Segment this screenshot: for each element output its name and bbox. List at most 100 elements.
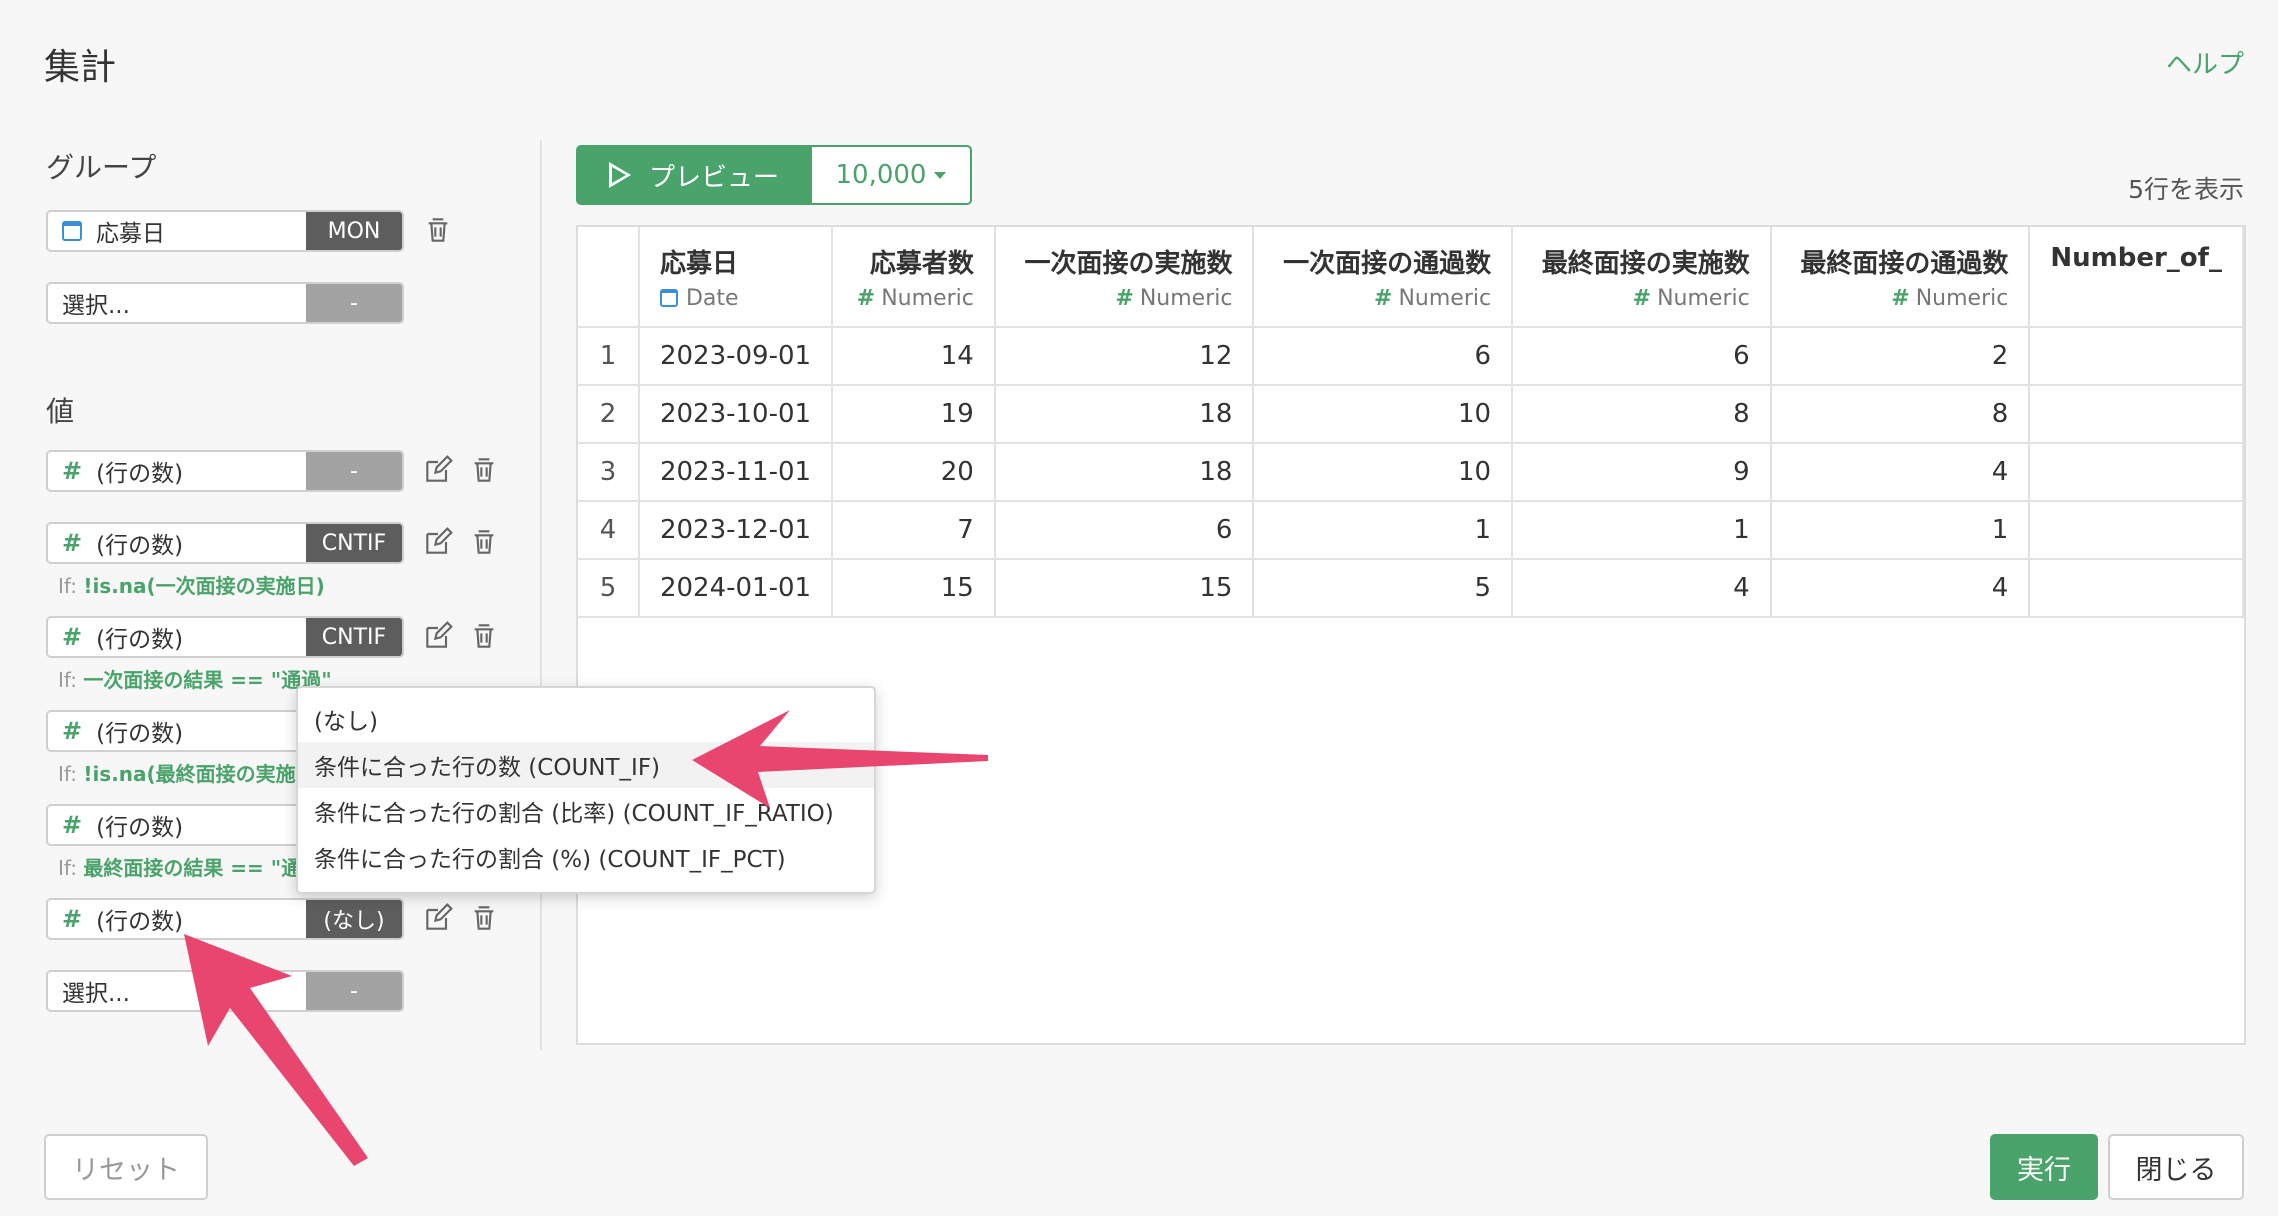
play-icon xyxy=(608,162,631,188)
value-field-new[interactable]: 選択... - xyxy=(46,970,404,1012)
numeric-icon: # xyxy=(62,529,83,557)
condition-prefix: If: xyxy=(58,762,84,786)
group-field-2[interactable]: 選択... - xyxy=(46,282,404,324)
trash-icon[interactable] xyxy=(468,620,500,652)
table-cell: 6 xyxy=(1512,327,1772,386)
run-button[interactable]: 実行 xyxy=(1990,1134,2098,1200)
numeric-icon: # xyxy=(62,905,83,933)
dropdown-item-count-if-pct[interactable]: 条件に合った行の割合 (%) (COUNT_IF_PCT) xyxy=(298,834,874,880)
condition-expression: 最終面接の結果 == "通 xyxy=(83,856,302,880)
value-func-select[interactable]: - xyxy=(306,972,402,1010)
value-func-select[interactable]: CNTIF xyxy=(306,524,402,562)
column-header[interactable]: 応募者数 # Numeric xyxy=(832,227,996,328)
edit-icon[interactable] xyxy=(422,620,454,652)
group-func-select[interactable]: - xyxy=(306,284,402,322)
column-type: Numeric xyxy=(881,286,974,311)
numeric-icon: # xyxy=(62,457,83,485)
column-name: 応募者数 xyxy=(869,249,974,279)
value-func-select[interactable]: (なし) xyxy=(306,900,402,938)
value-field-name: (行の数) xyxy=(96,461,184,487)
condition-text[interactable]: If: !is.na(最終面接の実施 xyxy=(58,758,296,787)
condition-text[interactable]: If: 最終面接の結果 == "通 xyxy=(58,852,301,881)
table-cell: 8 xyxy=(1512,385,1772,444)
value-func-select[interactable]: CNTIF xyxy=(306,618,402,656)
group-func-select[interactable]: MON xyxy=(306,212,402,250)
table-row: 5 2024-01-01 15 15 5 4 4 xyxy=(578,559,2244,618)
column-header[interactable]: 一次面接の通過数 # Numeric xyxy=(1253,227,1514,328)
table-cell: 15 xyxy=(994,559,1255,618)
dropdown-item-count-if-ratio[interactable]: 条件に合った行の割合 (比率) (COUNT_IF_RATIO) xyxy=(298,788,874,834)
column-type: Numeric xyxy=(1139,286,1233,311)
trash-icon[interactable] xyxy=(468,902,500,934)
table-cell: 20 xyxy=(832,443,996,502)
condition-prefix: If: xyxy=(58,668,84,692)
preview-count-select[interactable]: 10,000 xyxy=(812,145,972,205)
table-cell: 1 xyxy=(1512,501,1772,560)
row-index: 4 xyxy=(578,501,640,560)
column-name: 最終面接の実施数 xyxy=(1541,249,1750,279)
column-header[interactable]: Number_of_ xyxy=(2029,227,2244,328)
value-field-6[interactable]: # (行の数) (なし) xyxy=(46,898,404,940)
table-cell: 15 xyxy=(832,559,996,618)
condition-text[interactable]: If: !is.na(一次面接の実施日) xyxy=(58,570,325,599)
group-field-name: 選択... xyxy=(62,293,130,319)
numeric-icon: # xyxy=(856,286,876,311)
table-cell: 6 xyxy=(1253,327,1514,386)
column-name: 一次面接の実施数 xyxy=(1024,249,1233,279)
preview-table: 応募日 Date 応募者数 # Numeric 一次面接の実施数 # Numeric… xyxy=(578,227,2244,618)
row-index: 2 xyxy=(578,385,640,444)
condition-text[interactable]: If: 一次面接の結果 == "通過" xyxy=(58,664,332,693)
table-cell: 7 xyxy=(832,501,996,560)
column-header[interactable]: 一次面接の実施数 # Numeric xyxy=(994,227,1255,328)
column-name: 応募日 xyxy=(659,249,738,279)
table-cell: 2023-09-01 xyxy=(638,327,834,386)
preview-table-container[interactable]: 応募日 Date 応募者数 # Numeric 一次面接の実施数 # Numeric… xyxy=(576,225,2246,1045)
group-field-1[interactable]: 応募日 MON xyxy=(46,210,404,252)
group-section-label: グループ xyxy=(46,151,157,184)
dropdown-item-none[interactable]: (なし) xyxy=(298,696,874,742)
column-header[interactable]: 最終面接の通過数 # Numeric xyxy=(1770,227,2031,328)
numeric-icon: # xyxy=(1374,286,1393,311)
table-cell: 6 xyxy=(994,501,1255,560)
column-header[interactable]: 最終面接の実施数 # Numeric xyxy=(1512,227,1772,328)
reset-button[interactable]: リセット xyxy=(44,1134,208,1200)
table-row: 1 2023-09-01 14 12 6 6 2 xyxy=(578,327,2244,386)
trash-icon[interactable] xyxy=(468,526,500,558)
edit-icon[interactable] xyxy=(422,902,454,934)
value-field-1[interactable]: # (行の数) - xyxy=(46,450,404,492)
chevron-down-icon xyxy=(934,171,947,179)
edit-icon[interactable] xyxy=(422,454,454,486)
func-dropdown-menu: (なし) 条件に合った行の数 (COUNT_IF) 条件に合った行の割合 (比率… xyxy=(296,686,876,894)
numeric-icon: # xyxy=(62,811,83,839)
value-field-name: 選択... xyxy=(62,981,130,1007)
close-button[interactable]: 閉じる xyxy=(2108,1134,2244,1200)
value-func-select[interactable]: - xyxy=(306,452,402,490)
table-cell: 14 xyxy=(832,327,996,386)
dropdown-item-count-if[interactable]: 条件に合った行の数 (COUNT_IF) xyxy=(298,742,874,788)
value-field-name: (行の数) xyxy=(96,627,184,653)
table-cell: 12 xyxy=(994,327,1255,386)
help-link[interactable]: ヘルプ xyxy=(2166,44,2244,81)
column-type: Date xyxy=(685,286,739,311)
preview-button[interactable]: プレビュー xyxy=(576,145,812,205)
column-header[interactable]: 応募日 Date xyxy=(638,227,834,328)
table-cell: 2023-12-01 xyxy=(638,501,834,560)
edit-icon[interactable] xyxy=(422,526,454,558)
row-index: 3 xyxy=(578,443,640,502)
trash-icon[interactable] xyxy=(422,214,454,246)
value-field-2[interactable]: # (行の数) CNTIF xyxy=(46,522,404,564)
calendar-icon xyxy=(659,289,678,307)
column-type: Numeric xyxy=(1657,286,1750,311)
values-section-label: 値 xyxy=(46,395,75,428)
condition-prefix: If: xyxy=(58,856,84,880)
column-type: Numeric xyxy=(1398,286,1492,311)
table-cell: 1 xyxy=(1770,501,2031,560)
numeric-icon: # xyxy=(62,623,83,651)
table-cell: 4 xyxy=(1770,559,2031,618)
condition-expression: !is.na(一次面接の実施日) xyxy=(83,574,325,598)
table-cell: 19 xyxy=(832,385,996,444)
table-row: 3 2023-11-01 20 18 10 9 4 xyxy=(578,443,2244,502)
trash-icon[interactable] xyxy=(468,454,500,486)
value-field-3[interactable]: # (行の数) CNTIF xyxy=(46,616,404,658)
numeric-icon: # xyxy=(1115,286,1134,311)
